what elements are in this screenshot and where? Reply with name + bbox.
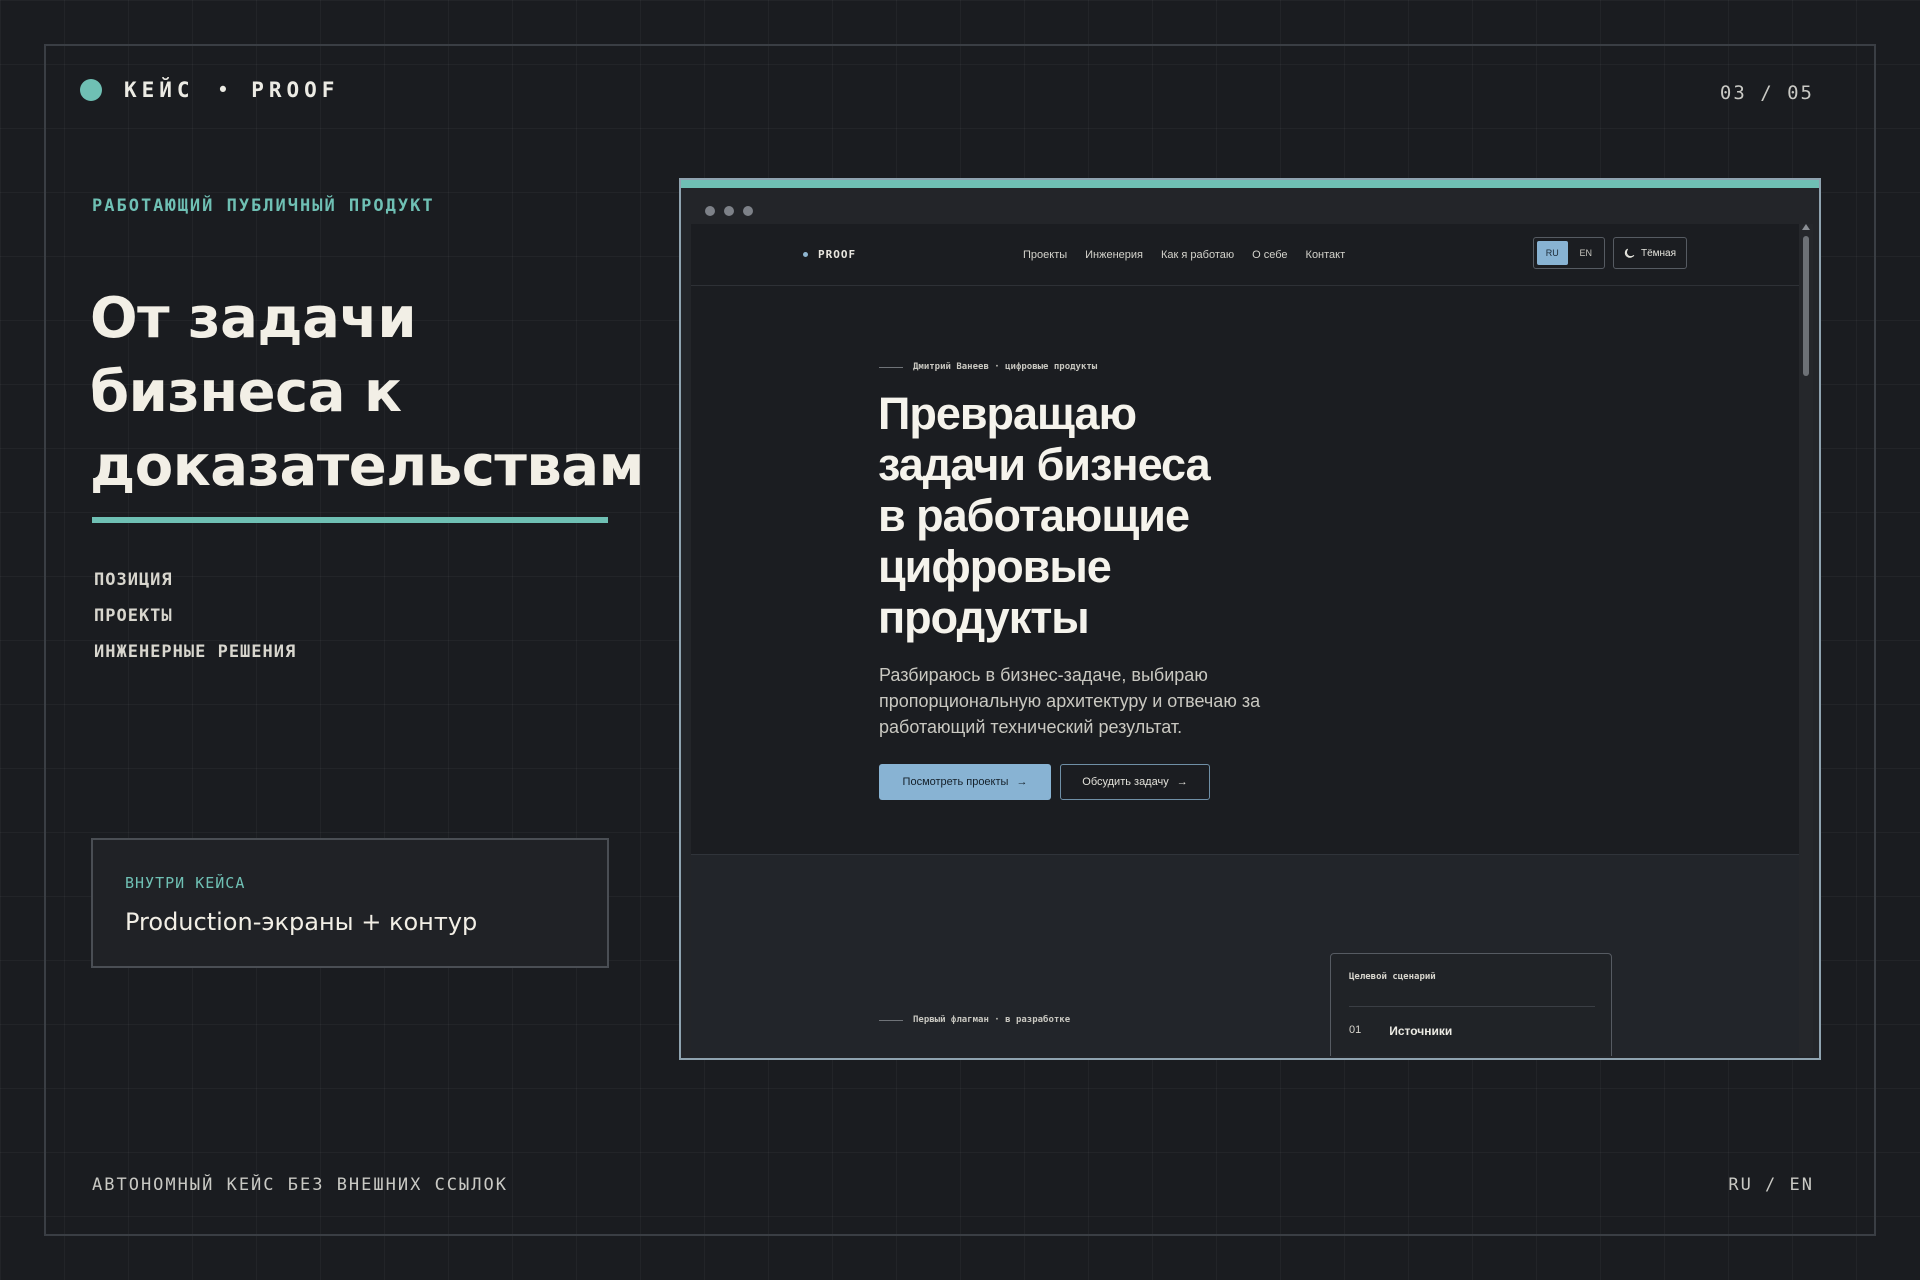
discuss-task-button[interactable]: Обсудить задачу → [1060, 764, 1210, 800]
arrow-right-icon: → [1176, 776, 1188, 788]
scenario-item-number: 01 [1349, 1024, 1362, 1036]
view-projects-label: Посмотреть проекты [902, 776, 1009, 788]
inside-case-label: ВНУТРИ КЕЙСА [125, 874, 246, 892]
section-eyebrow-text: Первый флагман · в разработке [913, 1015, 1071, 1025]
scenario-card-label: Целевой сценарий [1349, 972, 1436, 982]
brand-separator: • [216, 78, 230, 102]
card-divider [1349, 1006, 1595, 1007]
theme-toggle-label: Тёмная [1640, 247, 1677, 259]
headline-line: От задачи [90, 286, 417, 351]
window-controls [705, 206, 753, 216]
site-logo-text: PROOF [818, 248, 857, 261]
discuss-task-label: Обсудить задачу [1082, 776, 1169, 788]
arrow-right-icon: → [1016, 776, 1028, 788]
lang-ru-button[interactable]: RU [1537, 241, 1568, 265]
footer-note: АВТОНОМНЫЙ КЕЙС БЕЗ ВНЕШНИХ ССЫЛОК [92, 1175, 508, 1195]
hero-title-line: цифровые [878, 541, 1112, 592]
hero-title-line: продукты [878, 592, 1090, 643]
scenario-item-value: Источники [1389, 1024, 1453, 1038]
intro-headline: От задачи бизнеса к доказательствам [90, 282, 650, 504]
scrollbar[interactable] [1799, 224, 1813, 1056]
inside-case-value: Production-экраны + контур [125, 908, 478, 936]
nav-link-engineering[interactable]: Инженерия [1085, 249, 1143, 261]
eyebrow-line [879, 1019, 903, 1021]
intro-eyebrow: РАБОТАЮЩИЙ ПУБЛИЧНЫЙ ПРОДУКТ [92, 196, 435, 216]
theme-toggle-button[interactable]: Тёмная [1613, 237, 1687, 269]
flagship-section: Первый флагман · в разработке Целевой сц… [691, 854, 1799, 1056]
footer-languages: RU / EN [1728, 1175, 1814, 1195]
slide-counter: 03 / 05 [1719, 82, 1814, 104]
lang-en-button[interactable]: EN [1571, 241, 1602, 265]
hero-title: Превращаю задачи бизнеса в работающие ци… [878, 388, 1278, 643]
hero-subtitle: Разбираюсь в бизнес-задаче, выбираю проп… [879, 665, 1261, 737]
nav-link-about[interactable]: О себе [1252, 249, 1287, 261]
site-logo[interactable]: PROOF [803, 248, 856, 261]
view-projects-button[interactable]: Посмотреть проекты → [879, 764, 1051, 800]
nav-link-projects[interactable]: Проекты [1023, 249, 1067, 261]
scenario-card: Целевой сценарий 01 Источники [1330, 953, 1612, 1056]
nav-link-how-i-work[interactable]: Как я работаю [1161, 249, 1234, 261]
case-brand: КЕЙС • PROOF [80, 78, 339, 102]
window-dot-icon [743, 206, 753, 216]
nav-link-contact[interactable]: Контакт [1306, 249, 1346, 261]
inside-case-box: ВНУТРИ КЕЙСА Production-экраны + контур [91, 838, 609, 968]
browser-window: PROOF Проекты Инженерия Как я работаю О … [679, 178, 1821, 1060]
headline-line: бизнеса к [90, 360, 402, 425]
section-eyebrow: Первый флагман · в разработке [879, 1015, 1070, 1025]
hero-eyebrow: Дмитрий Ванеев · цифровые продукты [879, 362, 1097, 372]
scroll-up-icon[interactable] [1802, 224, 1810, 230]
headline-underline [92, 517, 608, 523]
language-switch: RU EN [1533, 237, 1605, 269]
site-header: PROOF Проекты Инженерия Как я работаю О … [691, 224, 1799, 286]
hero-title-line: в работающие [878, 490, 1190, 541]
window-dot-icon [705, 206, 715, 216]
hero-eyebrow-text: Дмитрий Ванеев · цифровые продукты [913, 362, 1098, 372]
case-section-list: ПОЗИЦИЯ ПРОЕКТЫ ИНЖЕНЕРНЫЕ РЕШЕНИЯ [94, 568, 296, 676]
case-section-item: ИНЖЕНЕРНЫЕ РЕШЕНИЯ [94, 642, 297, 662]
moon-icon [1624, 248, 1635, 258]
case-section-item: ПОЗИЦИЯ [94, 570, 173, 590]
scrollbar-thumb[interactable] [1803, 236, 1809, 376]
browser-accent-bar [681, 180, 1819, 188]
site-nav: Проекты Инженерия Как я работаю О себе К… [1023, 249, 1345, 261]
brand-dot-icon [80, 79, 102, 101]
window-dot-icon [724, 206, 734, 216]
browser-viewport[interactable]: PROOF Проекты Инженерия Как я работаю О … [691, 224, 1799, 1056]
case-section-item: ПРОЕКТЫ [94, 606, 173, 626]
scenario-item: 01 Источники [1349, 1024, 1452, 1038]
eyebrow-line [879, 366, 903, 368]
brand-product: PROOF [251, 78, 340, 102]
logo-dot-icon [803, 252, 808, 257]
headline-line: доказательствам [90, 434, 644, 499]
hero-title-line: Превращаю [878, 388, 1137, 439]
hero-title-line: задачи бизнеса [878, 439, 1211, 490]
brand-label: КЕЙС [124, 78, 195, 102]
